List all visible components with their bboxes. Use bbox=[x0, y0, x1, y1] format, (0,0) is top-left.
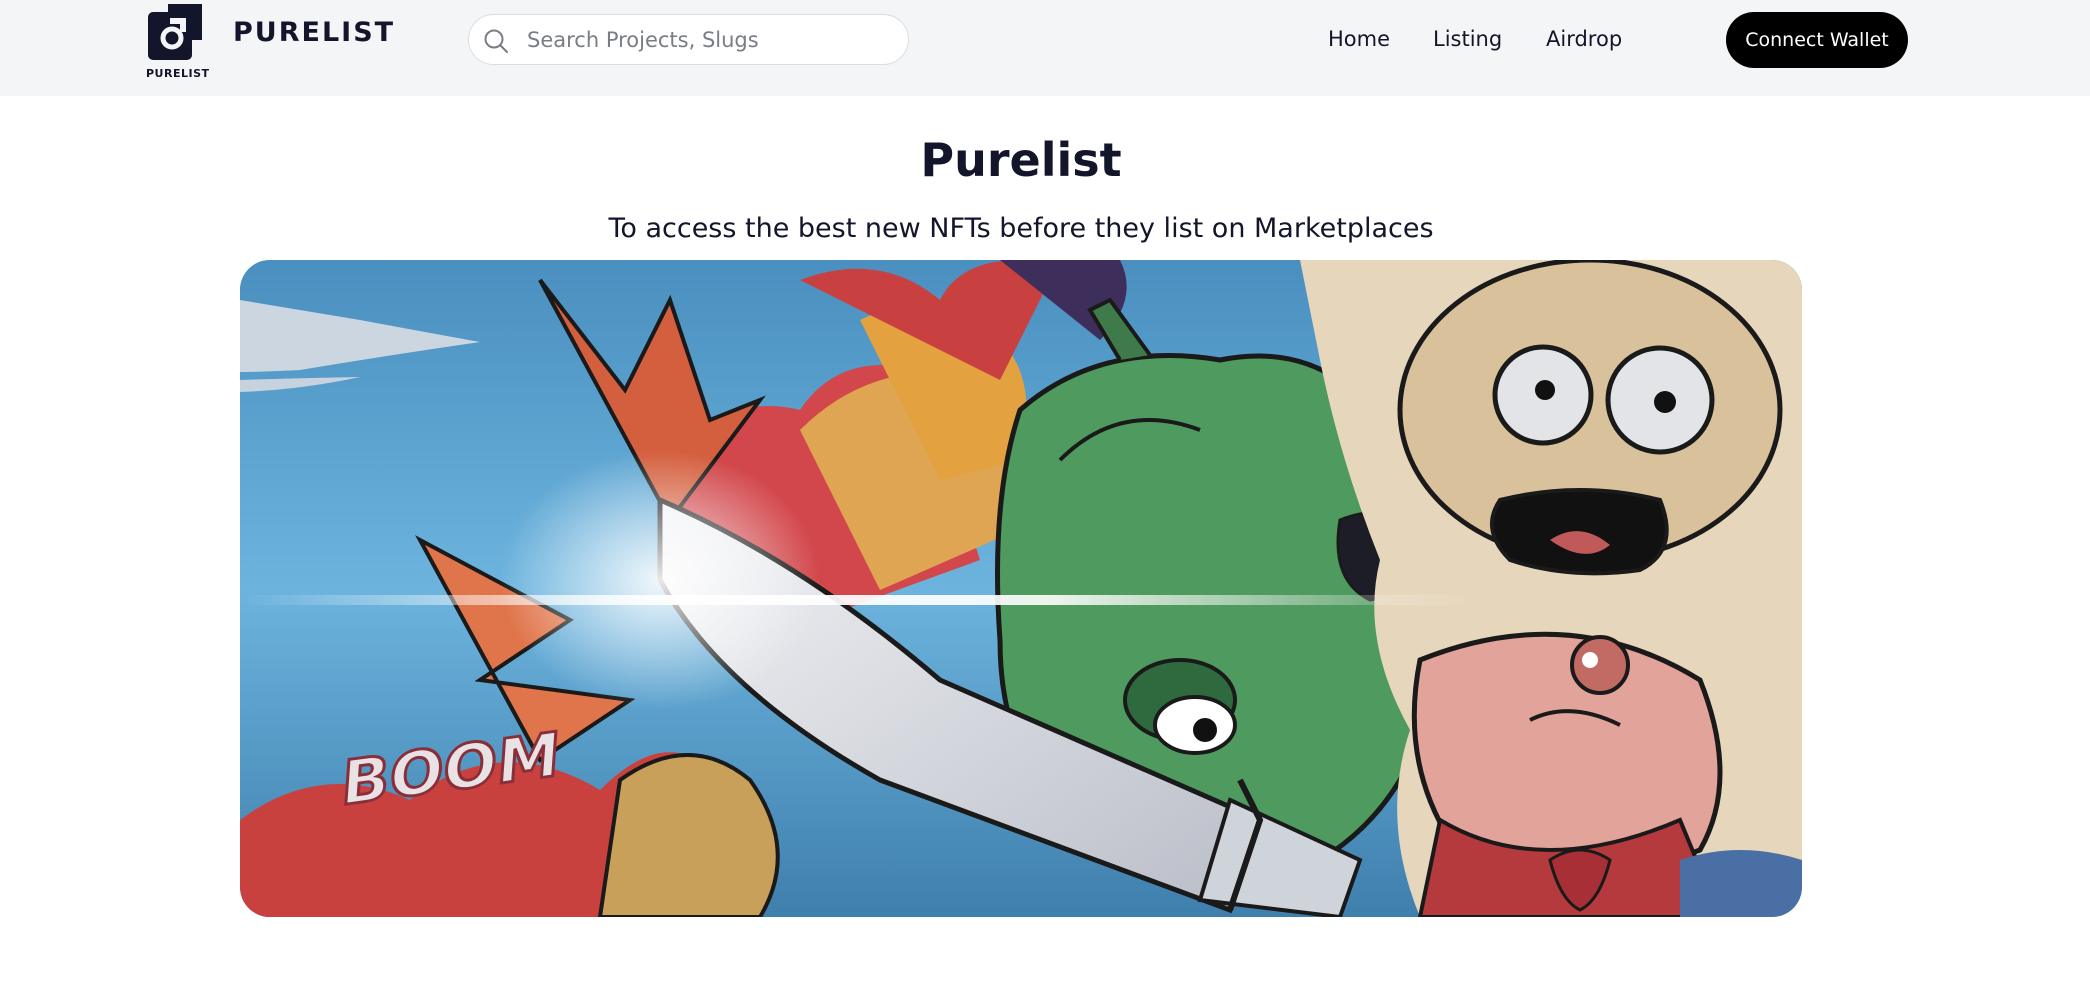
top-header: PURELIST PURELIST Home Listing Airdrop C… bbox=[0, 0, 2090, 96]
logo-caption: PURELIST bbox=[146, 67, 210, 80]
hero-banner-image: BOOM bbox=[240, 260, 1802, 917]
page-title: Purelist bbox=[920, 133, 1122, 187]
nav-listing-link[interactable]: Listing bbox=[1433, 27, 1502, 51]
page-subtitle: To access the best new NFTs before they … bbox=[608, 213, 1434, 244]
nav-airdrop-link[interactable]: Airdrop bbox=[1546, 27, 1622, 51]
connect-wallet-button[interactable]: Connect Wallet bbox=[1726, 12, 1908, 68]
search-box[interactable] bbox=[468, 14, 909, 65]
purelist-logo-icon[interactable] bbox=[146, 2, 206, 64]
brand-name[interactable]: PURELIST bbox=[233, 17, 395, 48]
search-icon bbox=[484, 29, 508, 53]
search-input[interactable] bbox=[527, 15, 887, 64]
nav-home-link[interactable]: Home bbox=[1328, 27, 1390, 51]
